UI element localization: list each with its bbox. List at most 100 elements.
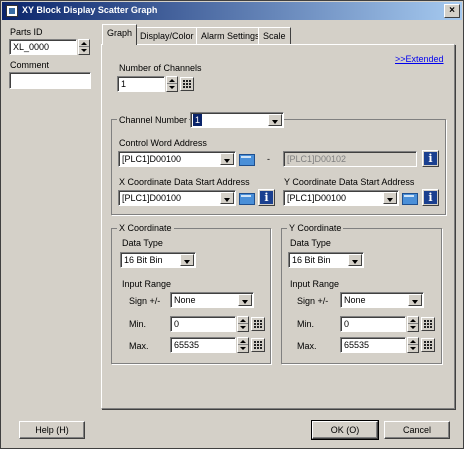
range-dash: - [267, 154, 270, 164]
y-max-label: Max. [297, 341, 317, 351]
extended-link[interactable]: >>Extended [395, 54, 444, 64]
parts-id-value: XL_0000 [13, 42, 50, 52]
tab-graph-label: Graph [107, 28, 133, 38]
y-max-value: 65535 [344, 340, 370, 350]
tab-display-color[interactable]: Display/Color [135, 27, 199, 45]
num-channels-label: Number of Channels [119, 63, 202, 73]
ok-button-label: OK (O) [330, 425, 360, 435]
chevron-down-icon[interactable] [408, 294, 422, 306]
spin-down-icon[interactable] [167, 84, 177, 91]
ok-button[interactable]: OK (O) [311, 420, 379, 440]
y-start-value: [PLC1]D00100 [287, 193, 347, 203]
dialog-window: XY Block Display Scatter Graph × Parts I… [0, 0, 464, 449]
control-word-end-field: [PLC1]D00102 [283, 151, 417, 167]
keypad-icon[interactable] [421, 317, 435, 331]
address-picker-icon[interactable] [401, 190, 418, 206]
x-start-label: X Coordinate Data Start Address [119, 177, 250, 187]
title-bar[interactable]: XY Block Display Scatter Graph × [2, 2, 462, 20]
chevron-down-icon[interactable] [238, 294, 252, 306]
x-min-spinner[interactable] [237, 316, 249, 332]
parts-id-label: Parts ID [10, 27, 43, 37]
keypad-icon[interactable] [421, 338, 435, 352]
y-max-field[interactable]: 65535 [340, 337, 406, 353]
close-icon[interactable]: × [444, 4, 460, 18]
y-coordinate-title: Y Coordinate [287, 223, 344, 233]
x-sign-select[interactable]: None [170, 292, 254, 308]
tab-graph[interactable]: Graph [102, 24, 138, 45]
num-channels-spinner[interactable] [166, 76, 178, 92]
window-title: XY Block Display Scatter Graph [22, 5, 158, 15]
help-button-label: Help (H) [35, 425, 69, 435]
spin-down-icon[interactable] [408, 345, 418, 352]
y-min-spinner[interactable] [407, 316, 419, 332]
tab-scale-label: Scale [263, 31, 286, 41]
y-min-field[interactable]: 0 [340, 316, 406, 332]
spin-up-icon[interactable] [408, 317, 418, 324]
y-sign-select[interactable]: None [340, 292, 424, 308]
x-min-label: Min. [129, 319, 147, 329]
x-input-range-label: Input Range [122, 279, 172, 289]
address-picker-icon[interactable] [238, 190, 255, 206]
spin-down-icon[interactable] [238, 345, 248, 352]
cancel-button[interactable]: Cancel [384, 421, 450, 439]
x-min-value: 0 [174, 319, 180, 329]
info-icon[interactable]: i [422, 189, 439, 206]
info-icon[interactable]: i [422, 150, 439, 167]
comment-label: Comment [10, 60, 50, 70]
y-input-range-label: Input Range [290, 279, 340, 289]
control-word-label: Control Word Address [119, 138, 207, 148]
x-start-select[interactable]: [PLC1]D00100 [118, 190, 236, 206]
x-start-value: [PLC1]D00100 [122, 193, 182, 203]
comment-field[interactable] [9, 72, 91, 89]
info-glyph: i [260, 191, 273, 204]
keypad-icon[interactable] [180, 77, 194, 91]
tab-alarm-settings[interactable]: Alarm Settings [196, 27, 265, 45]
y-data-type-value: 16 Bit Bin [292, 255, 331, 265]
x-min-field[interactable]: 0 [170, 316, 236, 332]
parts-id-spinner[interactable] [78, 39, 90, 55]
x-data-type-value: 16 Bit Bin [124, 255, 163, 265]
x-sign-label: Sign +/- [129, 296, 161, 306]
control-word-value: [PLC1]D00100 [122, 154, 182, 164]
y-data-type-select[interactable]: 16 Bit Bin [288, 252, 364, 268]
tab-scale[interactable]: Scale [258, 27, 291, 45]
spin-up-icon[interactable] [79, 40, 89, 47]
chevron-down-icon[interactable] [268, 114, 282, 126]
chevron-down-icon[interactable] [348, 254, 362, 266]
x-data-type-select[interactable]: 16 Bit Bin [120, 252, 196, 268]
y-min-value: 0 [344, 319, 350, 329]
chevron-down-icon[interactable] [220, 192, 234, 204]
spin-down-icon[interactable] [408, 324, 418, 331]
num-channels-field[interactable]: 1 [117, 76, 165, 92]
x-max-field[interactable]: 65535 [170, 337, 236, 353]
info-glyph: i [424, 191, 437, 204]
keypad-icon[interactable] [251, 338, 265, 352]
help-button[interactable]: Help (H) [19, 421, 85, 439]
y-max-spinner[interactable] [407, 337, 419, 353]
spin-down-icon[interactable] [238, 324, 248, 331]
channel-number-label: Channel Number [117, 115, 190, 125]
control-word-select[interactable]: [PLC1]D00100 [118, 151, 236, 167]
control-word-end-value: [PLC1]D00102 [287, 154, 347, 164]
spin-up-icon[interactable] [408, 338, 418, 345]
info-glyph: i [424, 152, 437, 165]
tab-display-color-label: Display/Color [140, 31, 194, 41]
chevron-down-icon[interactable] [383, 192, 397, 204]
spin-up-icon[interactable] [238, 317, 248, 324]
y-sign-label: Sign +/- [297, 296, 329, 306]
app-icon [6, 5, 18, 17]
keypad-icon[interactable] [251, 317, 265, 331]
spin-up-icon[interactable] [167, 77, 177, 84]
parts-id-field[interactable]: XL_0000 [9, 39, 77, 55]
y-start-select[interactable]: [PLC1]D00100 [283, 190, 399, 206]
x-max-spinner[interactable] [237, 337, 249, 353]
channel-number-select[interactable]: 1 [190, 112, 284, 128]
chevron-down-icon[interactable] [180, 254, 194, 266]
spin-up-icon[interactable] [238, 338, 248, 345]
chevron-down-icon[interactable] [220, 153, 234, 165]
x-coordinate-title: X Coordinate [117, 223, 174, 233]
spin-down-icon[interactable] [79, 47, 89, 54]
info-icon[interactable]: i [258, 189, 275, 206]
y-start-label: Y Coordinate Data Start Address [284, 177, 415, 187]
address-picker-icon[interactable] [238, 151, 255, 167]
